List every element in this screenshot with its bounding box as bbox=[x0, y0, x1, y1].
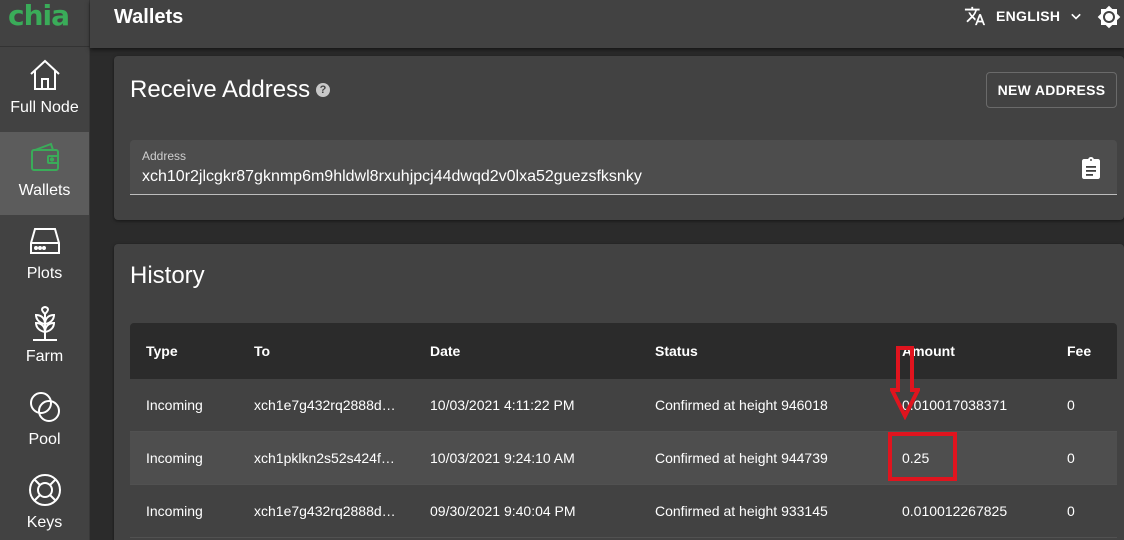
sidebar-item-wallets[interactable]: Wallets bbox=[0, 132, 89, 215]
annotation-highlight-box bbox=[888, 432, 957, 481]
theme-toggle-button[interactable] bbox=[1097, 5, 1121, 34]
column-header-date[interactable]: Date bbox=[430, 323, 460, 379]
sidebar-item-label: Keys bbox=[26, 514, 63, 531]
cell-type: Incoming bbox=[146, 503, 203, 519]
cell-status: Confirmed at height 946018 bbox=[655, 397, 828, 413]
column-header-type[interactable]: Type bbox=[146, 323, 178, 379]
cell-date: 09/30/2021 9:40:04 PM bbox=[430, 503, 576, 519]
sidebar-item-pool[interactable]: Pool bbox=[0, 381, 89, 464]
brightness-icon bbox=[1097, 5, 1121, 29]
sidebar-item-label: Full Node bbox=[10, 99, 79, 116]
sidebar-item-label: Plots bbox=[26, 265, 63, 282]
address-field-label: Address bbox=[142, 149, 187, 163]
chevron-down-icon bbox=[1071, 13, 1082, 20]
cell-fee: 0 bbox=[1067, 397, 1075, 413]
address-value[interactable]: xch10r2jlcgkr87gknmp6m9hldwl8rxuhjpcj44d… bbox=[142, 168, 642, 186]
help-icon[interactable]: ? bbox=[316, 83, 330, 97]
column-header-status[interactable]: Status bbox=[655, 323, 698, 379]
history-card: History Type To Date Status Amount Fee I… bbox=[114, 244, 1124, 540]
cell-fee: 0 bbox=[1067, 450, 1075, 466]
column-header-fee[interactable]: Fee bbox=[1067, 323, 1091, 379]
language-selector[interactable]: ENGLISH bbox=[964, 4, 1086, 28]
hard-drive-icon bbox=[29, 228, 60, 254]
receive-address-card: Receive Address ? NEW ADDRESS Address xc… bbox=[114, 56, 1124, 220]
wallet-icon bbox=[30, 142, 59, 171]
sidebar-item-label: Wallets bbox=[18, 182, 71, 199]
table-header: Type To Date Status Amount Fee bbox=[130, 323, 1117, 379]
sidebar-item-label: Farm bbox=[25, 348, 64, 365]
cell-status: Confirmed at height 944739 bbox=[655, 450, 828, 466]
receive-address-title: Receive Address bbox=[130, 76, 311, 103]
annotation-arrow-icon bbox=[890, 346, 920, 420]
cell-date: 10/03/2021 9:24:10 AM bbox=[430, 450, 575, 466]
cell-status: Confirmed at height 933145 bbox=[655, 503, 828, 519]
cell-date: 10/03/2021 4:11:22 PM bbox=[430, 397, 575, 413]
cell-type: Incoming bbox=[146, 450, 203, 466]
cell-type: Incoming bbox=[146, 397, 203, 413]
cell-to: xch1e7g432rq2888d… bbox=[254, 503, 396, 519]
sidebar-item-label: Pool bbox=[28, 431, 61, 448]
cell-fee: 0 bbox=[1067, 503, 1075, 519]
new-address-button[interactable]: NEW ADDRESS bbox=[986, 72, 1117, 108]
language-label: ENGLISH bbox=[996, 8, 1061, 24]
history-table: Type To Date Status Amount Fee Incoming … bbox=[130, 323, 1117, 538]
divider bbox=[0, 46, 90, 47]
plant-icon bbox=[32, 306, 57, 341]
app-window: chia Full Node Wallets Plots Farm Pool K… bbox=[0, 0, 1124, 540]
sidebar-item-farm[interactable]: Farm bbox=[0, 298, 89, 381]
table-row[interactable]: Incoming xch1e7g432rq2888d… 09/30/2021 9… bbox=[130, 485, 1117, 538]
table-row[interactable]: Incoming xch1pklkn2s52s424f… 10/03/2021 … bbox=[130, 432, 1117, 485]
clipboard-icon bbox=[1082, 157, 1100, 179]
sidebar-item-plots[interactable]: Plots bbox=[0, 215, 89, 298]
cell-amount: 0.010012267825 bbox=[902, 503, 1008, 519]
column-header-to[interactable]: To bbox=[254, 323, 270, 379]
pool-icon bbox=[29, 392, 60, 422]
translate-icon bbox=[964, 6, 986, 26]
address-field[interactable]: Address xch10r2jlcgkr87gknmp6m9hldwl8rxu… bbox=[130, 140, 1117, 195]
copy-address-button[interactable] bbox=[1080, 156, 1102, 185]
cell-to: xch1e7g432rq2888d… bbox=[254, 397, 396, 413]
table-row[interactable]: Incoming xch1e7g432rq2888d… 10/03/2021 4… bbox=[130, 379, 1117, 432]
sidebar-item-keys[interactable]: Keys bbox=[0, 464, 89, 540]
sidebar-item-full-node[interactable]: Full Node bbox=[0, 49, 89, 132]
cell-to: xch1pklkn2s52s424f… bbox=[254, 450, 395, 466]
chia-logo[interactable]: chia bbox=[8, 2, 84, 30]
page-title: Wallets bbox=[114, 6, 184, 28]
top-bar: Wallets ENGLISH bbox=[90, 0, 1124, 48]
sidebar: chia Full Node Wallets Plots Farm Pool K… bbox=[0, 0, 90, 540]
lifebuoy-icon bbox=[28, 474, 61, 506]
home-icon bbox=[29, 59, 60, 90]
history-title: History bbox=[130, 262, 205, 289]
